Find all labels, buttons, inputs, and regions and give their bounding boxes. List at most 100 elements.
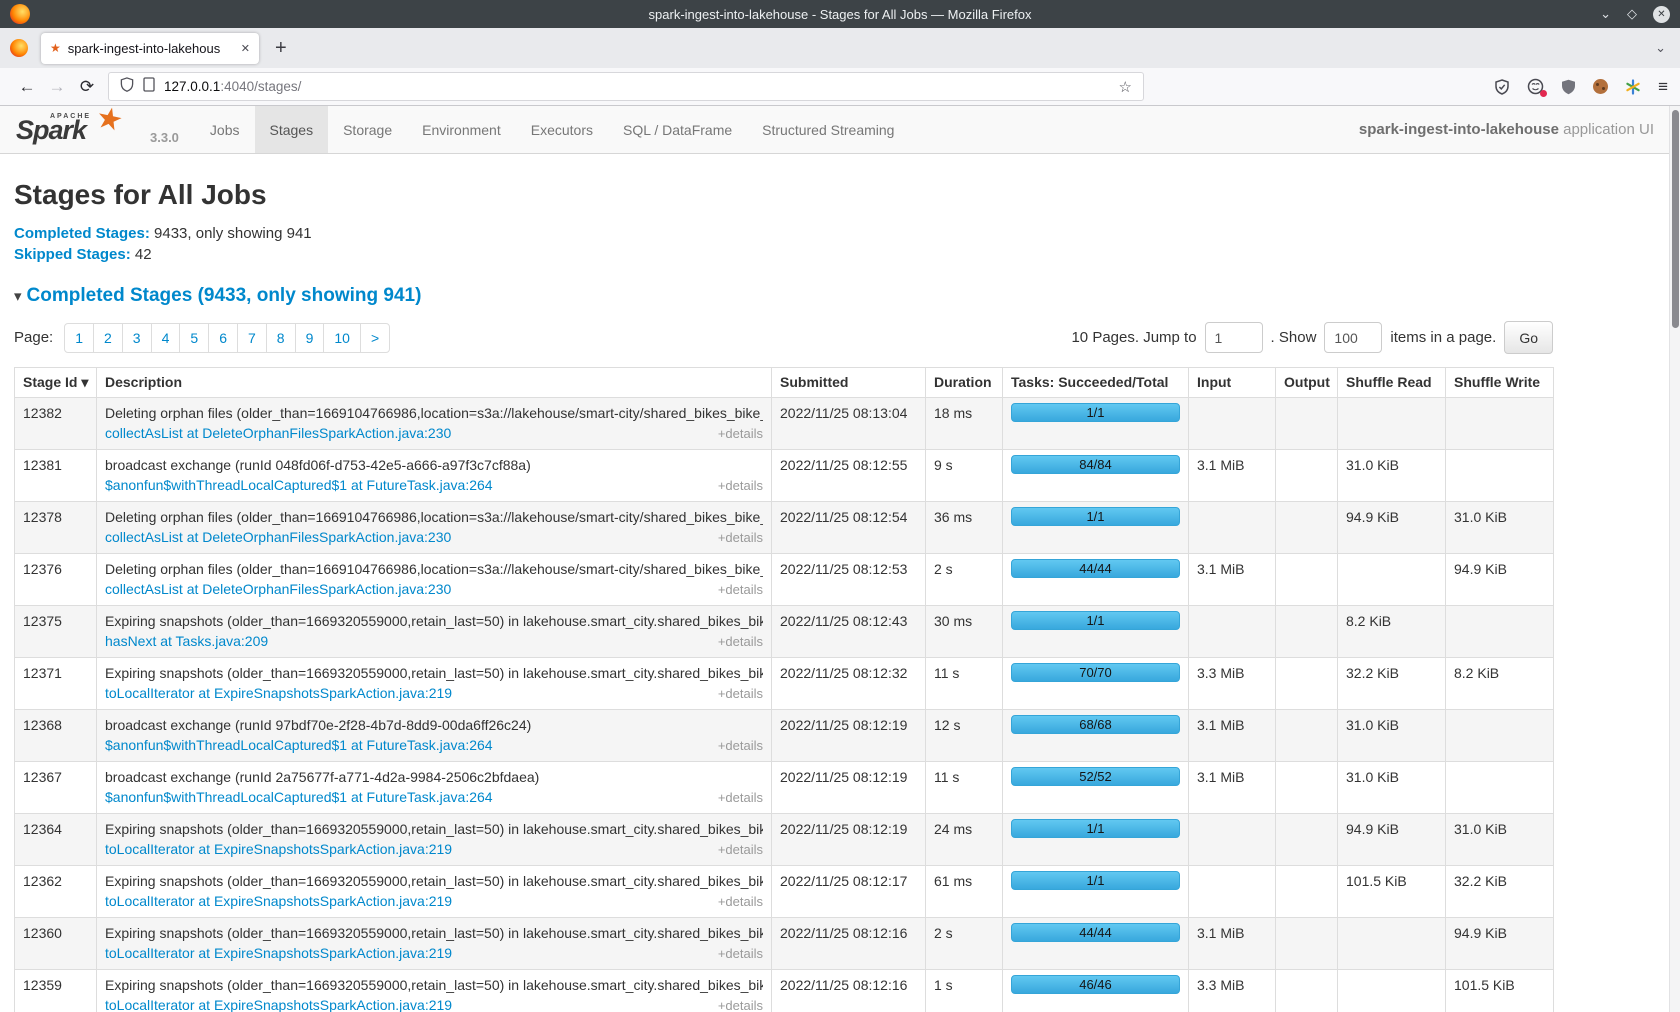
col-duration[interactable]: Duration bbox=[926, 368, 1003, 398]
details-toggle[interactable]: +details bbox=[718, 528, 763, 548]
page-button-9[interactable]: 9 bbox=[295, 323, 325, 353]
stage-detail-link[interactable]: collectAsList at DeleteOrphanFilesSparkA… bbox=[105, 527, 451, 547]
proxy-extension-icon[interactable] bbox=[1527, 78, 1544, 95]
col-tasks[interactable]: Tasks: Succeeded/Total bbox=[1003, 368, 1189, 398]
col-description[interactable]: Description bbox=[97, 368, 772, 398]
stage-detail-link[interactable]: $anonfun$withThreadLocalCaptured$1 at Fu… bbox=[105, 787, 493, 807]
tab-close-icon[interactable]: ✕ bbox=[241, 42, 250, 55]
col-shuffle-write[interactable]: Shuffle Write bbox=[1446, 368, 1554, 398]
bookmark-star-icon[interactable]: ☆ bbox=[1119, 78, 1132, 96]
output-cell bbox=[1276, 710, 1338, 762]
completed-stages-link[interactable]: Completed Stages: bbox=[14, 225, 150, 242]
shuffle-write-cell bbox=[1446, 762, 1554, 814]
details-toggle[interactable]: +details bbox=[718, 892, 763, 912]
pages-info-text: 10 Pages. Jump to bbox=[1071, 329, 1196, 346]
firefox-icon[interactable] bbox=[10, 39, 28, 57]
details-toggle[interactable]: +details bbox=[718, 632, 763, 652]
page-button-10[interactable]: 10 bbox=[323, 323, 361, 353]
stages-table-body: 12382 Deleting orphan files (older_than=… bbox=[15, 398, 1554, 1012]
page-button-4[interactable]: 4 bbox=[151, 323, 181, 353]
page-button->[interactable]: > bbox=[360, 323, 390, 353]
ublock-shield-icon[interactable] bbox=[1561, 79, 1576, 95]
stage-id-cell: 12381 bbox=[15, 450, 97, 502]
tab-list-chevron-icon[interactable]: ⌄ bbox=[1655, 40, 1666, 56]
items-per-page-input[interactable] bbox=[1324, 322, 1382, 353]
description-cell: Deleting orphan files (older_than=166910… bbox=[97, 398, 772, 450]
details-toggle[interactable]: +details bbox=[718, 476, 763, 496]
details-toggle[interactable]: +details bbox=[718, 736, 763, 756]
maximize-icon[interactable]: ◇ bbox=[1627, 6, 1637, 22]
close-icon[interactable]: ✕ bbox=[1653, 6, 1670, 23]
page-info-icon[interactable] bbox=[143, 77, 155, 97]
shuffle-write-cell: 31.0 KiB bbox=[1446, 814, 1554, 866]
jump-to-page-input[interactable] bbox=[1205, 322, 1263, 353]
details-toggle[interactable]: +details bbox=[718, 944, 763, 964]
stages-table: Stage Id ▾ Description Submitted Duratio… bbox=[14, 367, 1554, 1012]
stage-detail-link[interactable]: $anonfun$withThreadLocalCaptured$1 at Fu… bbox=[105, 475, 493, 495]
nav-item-executors[interactable]: Executors bbox=[516, 106, 608, 153]
page-button-1[interactable]: 1 bbox=[64, 323, 94, 353]
output-cell bbox=[1276, 606, 1338, 658]
table-row: 12378 Deleting orphan files (older_than=… bbox=[15, 502, 1554, 554]
col-stage-id[interactable]: Stage Id ▾ bbox=[15, 368, 97, 398]
nav-item-structured-streaming[interactable]: Structured Streaming bbox=[747, 106, 909, 153]
scrollbar-thumb[interactable] bbox=[1672, 110, 1679, 328]
tracking-shield-icon[interactable] bbox=[120, 77, 134, 97]
page-button-group: 12345678910> bbox=[64, 323, 390, 353]
color-asterisk-extension-icon[interactable] bbox=[1625, 79, 1641, 95]
col-input[interactable]: Input bbox=[1189, 368, 1276, 398]
stage-detail-link[interactable]: toLocalIterator at ExpireSnapshotsSparkA… bbox=[105, 683, 452, 703]
tasks-cell: 70/70 bbox=[1003, 658, 1189, 710]
submitted-cell: 2022/11/25 08:12:19 bbox=[772, 762, 926, 814]
nav-item-environment[interactable]: Environment bbox=[407, 106, 516, 153]
page-button-3[interactable]: 3 bbox=[122, 323, 152, 353]
nav-item-stages[interactable]: Stages bbox=[255, 106, 329, 153]
menu-button[interactable]: ≡ bbox=[1658, 77, 1668, 97]
stage-detail-link[interactable]: collectAsList at DeleteOrphanFilesSparkA… bbox=[105, 579, 451, 599]
nav-item-jobs[interactable]: Jobs bbox=[195, 106, 255, 153]
cookie-extension-icon[interactable] bbox=[1593, 79, 1608, 94]
page-button-6[interactable]: 6 bbox=[208, 323, 238, 353]
stage-detail-link[interactable]: toLocalIterator at ExpireSnapshotsSparkA… bbox=[105, 839, 452, 859]
details-toggle[interactable]: +details bbox=[718, 996, 763, 1012]
nav-item-sql-dataframe[interactable]: SQL / DataFrame bbox=[608, 106, 747, 153]
stage-detail-link[interactable]: toLocalIterator at ExpireSnapshotsSparkA… bbox=[105, 943, 452, 963]
stage-detail-link[interactable]: hasNext at Tasks.java:209 bbox=[105, 631, 268, 651]
col-output[interactable]: Output bbox=[1276, 368, 1338, 398]
details-toggle[interactable]: +details bbox=[718, 840, 763, 860]
page-button-7[interactable]: 7 bbox=[237, 323, 267, 353]
stage-detail-link[interactable]: toLocalIterator at ExpireSnapshotsSparkA… bbox=[105, 891, 452, 911]
details-toggle[interactable]: +details bbox=[718, 788, 763, 808]
nav-item-storage[interactable]: Storage bbox=[328, 106, 407, 153]
browser-tab[interactable]: ★ spark-ingest-into-lakehous ✕ bbox=[41, 33, 259, 64]
url-text[interactable]: 127.0.0.1:4040/stages/ bbox=[164, 79, 301, 94]
shuffle-write-cell: 31.0 KiB bbox=[1446, 502, 1554, 554]
stage-detail-link[interactable]: collectAsList at DeleteOrphanFilesSparkA… bbox=[105, 423, 451, 443]
completed-stages-section-header[interactable]: ▾Completed Stages (9433, only showing 94… bbox=[14, 285, 1680, 307]
details-toggle[interactable]: +details bbox=[718, 424, 763, 444]
page-button-8[interactable]: 8 bbox=[266, 323, 296, 353]
url-bar[interactable]: 127.0.0.1:4040/stages/ ☆ bbox=[108, 72, 1144, 101]
page-button-5[interactable]: 5 bbox=[179, 323, 209, 353]
go-button[interactable]: Go bbox=[1504, 321, 1553, 354]
col-shuffle-read[interactable]: Shuffle Read bbox=[1338, 368, 1446, 398]
details-toggle[interactable]: +details bbox=[718, 684, 763, 704]
description-cell: Expiring snapshots (older_than=166932055… bbox=[97, 866, 772, 918]
new-tab-button[interactable]: + bbox=[275, 37, 287, 60]
col-submitted[interactable]: Submitted bbox=[772, 368, 926, 398]
tasks-progress-bar: 52/52 bbox=[1011, 767, 1180, 786]
vertical-scrollbar[interactable] bbox=[1669, 106, 1680, 1012]
page-label: Page: bbox=[14, 329, 53, 346]
reload-icon[interactable]: ⟳ bbox=[72, 77, 102, 97]
details-toggle[interactable]: +details bbox=[718, 580, 763, 600]
input-cell: 3.3 MiB bbox=[1189, 658, 1276, 710]
back-icon[interactable]: ← bbox=[12, 77, 42, 97]
spark-logo[interactable]: APACHE Spark ★ bbox=[14, 106, 146, 153]
shield-check-extension-icon[interactable] bbox=[1494, 79, 1510, 95]
skipped-stages-link[interactable]: Skipped Stages: bbox=[14, 246, 131, 263]
page-button-2[interactable]: 2 bbox=[93, 323, 123, 353]
stage-detail-link[interactable]: toLocalIterator at ExpireSnapshotsSparkA… bbox=[105, 995, 452, 1012]
submitted-cell: 2022/11/25 08:12:54 bbox=[772, 502, 926, 554]
minimize-icon[interactable]: ⌄ bbox=[1600, 6, 1611, 22]
stage-detail-link[interactable]: $anonfun$withThreadLocalCaptured$1 at Fu… bbox=[105, 735, 493, 755]
